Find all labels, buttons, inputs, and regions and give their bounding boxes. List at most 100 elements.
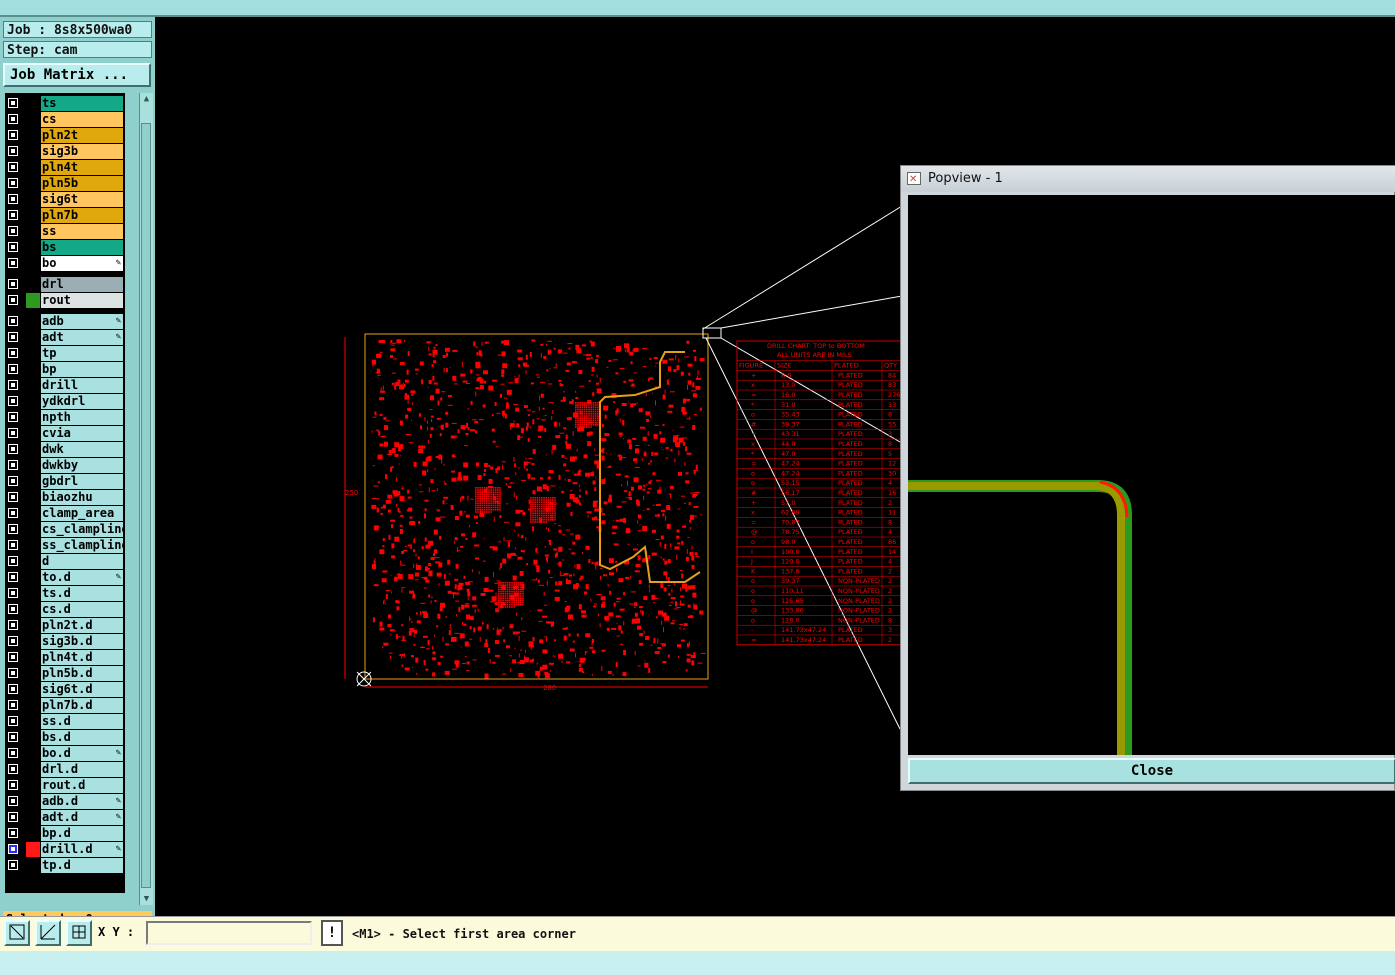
pad: [520, 428, 524, 434]
pad: [548, 540, 550, 542]
pad: [643, 596, 648, 600]
bga-pad: [504, 588, 507, 591]
bga-pad: [579, 408, 581, 411]
bga-pad: [522, 593, 524, 595]
pad: [478, 350, 482, 356]
pad: [644, 450, 646, 455]
pad: [518, 467, 520, 470]
bga-pad: [477, 495, 479, 498]
bga-pad: [511, 582, 513, 584]
bga-pad: [590, 408, 592, 411]
bga-pad: [494, 491, 497, 493]
drill-chart-cell: PLATED: [838, 558, 863, 566]
pad: [681, 406, 686, 412]
drill-chart-cell: 128.0: [781, 616, 800, 624]
bga-pad: [494, 495, 497, 498]
pad: [690, 492, 695, 494]
bga-pad: [581, 408, 584, 411]
pad: [430, 557, 435, 561]
pad: [546, 486, 549, 491]
bga-pad: [506, 606, 509, 608]
pad: [475, 557, 479, 560]
bga-pad: [588, 404, 590, 406]
dimension-height-label: 250: [345, 489, 358, 497]
pad: [462, 622, 463, 626]
popview-close-button[interactable]: Close: [908, 758, 1395, 784]
pad: [591, 640, 593, 646]
bga-pad: [592, 402, 595, 404]
bga-pad: [538, 503, 541, 506]
pad: [523, 405, 528, 409]
bga-pad: [536, 508, 539, 510]
pad: [547, 340, 553, 342]
pad: [377, 374, 382, 376]
bga-pad: [483, 487, 486, 489]
pad: [585, 633, 591, 638]
pad: [379, 627, 385, 631]
pad: [646, 419, 650, 422]
pad: [607, 583, 609, 587]
pad: [391, 555, 396, 559]
bga-pad: [522, 595, 524, 597]
pad: [634, 651, 636, 656]
bga-pad: [486, 509, 488, 511]
pad: [428, 353, 432, 356]
pad: [396, 339, 402, 344]
bga-pad: [499, 504, 501, 507]
bga-pad: [502, 599, 504, 602]
xy-input[interactable]: [146, 921, 312, 945]
pad: [601, 513, 605, 516]
pad: [518, 635, 520, 641]
alert-button[interactable]: !: [321, 920, 343, 946]
bga-pad: [541, 499, 543, 501]
pad: [519, 660, 525, 664]
drill-chart-cell: +: [751, 499, 756, 507]
pad: [557, 435, 560, 436]
bga-pad: [517, 595, 520, 597]
bga-pad: [479, 504, 481, 507]
zoom-out-button[interactable]: [35, 920, 61, 946]
zoom-area-button[interactable]: [4, 920, 30, 946]
bga-pad: [577, 417, 579, 419]
grid-icon: [72, 925, 86, 939]
pad: [690, 526, 692, 530]
pad: [611, 627, 617, 630]
pad: [553, 347, 556, 350]
pad: [442, 355, 446, 358]
pad: [597, 613, 599, 617]
bga-pad: [543, 501, 545, 503]
pad: [498, 541, 502, 543]
pad: [695, 377, 701, 380]
pad: [465, 514, 470, 518]
pad: [487, 648, 490, 653]
pad: [491, 596, 497, 602]
bga-pad: [490, 498, 492, 500]
pad: [515, 522, 521, 527]
popview-canvas[interactable]: [908, 195, 1395, 755]
pad: [415, 373, 418, 375]
pad: [495, 468, 498, 474]
pad: [670, 543, 672, 548]
bga-pad: [547, 499, 550, 501]
popview-titlebar[interactable]: Popview - 1: [901, 166, 1395, 193]
pad: [433, 529, 438, 535]
drill-chart-cell: NON-PLATED: [838, 616, 880, 624]
bga-pad: [538, 516, 541, 519]
bga-pad: [545, 512, 547, 514]
drill-chart-cell: PLATED: [838, 567, 863, 575]
snap-grid-button[interactable]: [66, 920, 92, 946]
pad: [380, 387, 382, 393]
pad: [540, 477, 543, 480]
bga-pad: [579, 419, 581, 422]
pad: [686, 653, 691, 656]
pad: [685, 556, 689, 561]
bga-pad: [592, 406, 595, 408]
pad: [427, 456, 432, 462]
pad: [394, 442, 400, 448]
bga-pad: [490, 493, 492, 496]
bga-pad: [579, 406, 581, 408]
pad: [630, 575, 632, 579]
pad: [441, 391, 446, 393]
pad: [424, 566, 428, 572]
pad: [538, 406, 540, 411]
